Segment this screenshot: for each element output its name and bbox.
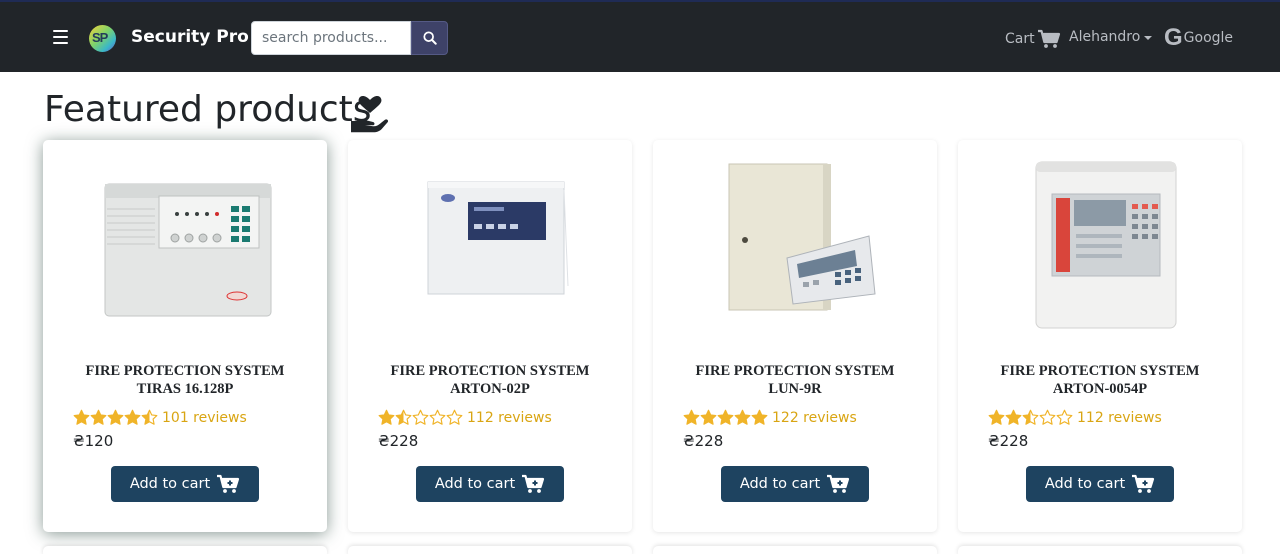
product-title-line2: LUN-9R bbox=[768, 381, 822, 397]
product-rating: 122 reviews bbox=[683, 409, 857, 426]
star-full-icon bbox=[700, 409, 717, 425]
reviews-count[interactable]: 101 reviews bbox=[162, 410, 247, 426]
search-button[interactable] bbox=[411, 21, 448, 55]
star-full-icon bbox=[1005, 409, 1022, 425]
star-half-icon bbox=[395, 409, 412, 425]
reviews-count[interactable]: 122 reviews bbox=[772, 410, 857, 426]
reviews-count[interactable]: 112 reviews bbox=[1077, 410, 1162, 426]
reviews-count[interactable]: 112 reviews bbox=[467, 410, 552, 426]
cart-plus-icon bbox=[827, 474, 850, 493]
product-title-line1: FIRE PROTECTION SYSTEM bbox=[695, 363, 895, 379]
add-to-cart-button[interactable]: Add to cart bbox=[111, 466, 259, 502]
star-full-icon bbox=[734, 409, 751, 425]
hand-holding-heart-icon bbox=[351, 96, 389, 133]
brand-name[interactable]: Security Pro bbox=[131, 27, 249, 47]
product-card[interactable]: FIRE PROTECTION SYSTEM ARTON-0054P 112 r… bbox=[958, 140, 1242, 532]
product-title[interactable]: FIRE PROTECTION SYSTEM ARTON-0054P bbox=[958, 362, 1242, 398]
product-card[interactable]: FIRE PROTECTION SYSTEM ARTON-02P 112 rev… bbox=[348, 140, 632, 532]
product-image[interactable] bbox=[1000, 154, 1200, 334]
star-full-icon bbox=[73, 409, 90, 425]
product-rating: 112 reviews bbox=[378, 409, 552, 426]
product-title[interactable]: FIRE PROTECTION SYSTEM ARTON-02P bbox=[348, 362, 632, 398]
product-card-partial[interactable] bbox=[348, 546, 632, 554]
page-title: Featured products bbox=[44, 89, 372, 130]
cart-plus-icon bbox=[217, 474, 240, 493]
star-empty-icon bbox=[1056, 409, 1073, 425]
star-half-icon bbox=[141, 409, 158, 425]
star-full-icon bbox=[751, 409, 768, 425]
product-card-partial[interactable] bbox=[653, 546, 937, 554]
star-empty-icon bbox=[1039, 409, 1056, 425]
product-title[interactable]: FIRE PROTECTION SYSTEM LUN-9R bbox=[653, 362, 937, 398]
product-image[interactable] bbox=[695, 154, 895, 334]
user-name: Alehandro bbox=[1069, 29, 1141, 45]
search-form bbox=[251, 21, 448, 55]
shopping-cart-icon bbox=[1037, 29, 1060, 48]
star-full-icon bbox=[988, 409, 1005, 425]
star-empty-icon bbox=[446, 409, 463, 425]
add-to-cart-button[interactable]: Add to cart bbox=[721, 466, 869, 502]
product-title-line1: FIRE PROTECTION SYSTEM bbox=[390, 363, 590, 379]
add-to-cart-label: Add to cart bbox=[129, 476, 211, 492]
product-image[interactable] bbox=[85, 154, 285, 334]
star-half-icon bbox=[1022, 409, 1039, 425]
star-full-icon bbox=[717, 409, 734, 425]
brand-logo-text: SP bbox=[92, 30, 108, 45]
product-price: ₴228 bbox=[683, 432, 724, 450]
product-image[interactable] bbox=[390, 154, 590, 334]
product-price: ₴120 bbox=[73, 432, 114, 450]
product-title-line2: ARTON-02P bbox=[450, 381, 530, 397]
star-full-icon bbox=[683, 409, 700, 425]
brand-logo[interactable]: SP bbox=[89, 25, 116, 52]
product-title-line1: FIRE PROTECTION SYSTEM bbox=[85, 363, 285, 379]
rating-stars bbox=[378, 409, 463, 426]
cart-plus-icon bbox=[522, 474, 545, 493]
add-to-cart-label: Add to cart bbox=[434, 476, 516, 492]
product-title[interactable]: FIRE PROTECTION SYSTEM TIRAS 16.128P bbox=[43, 362, 327, 398]
star-full-icon bbox=[124, 409, 141, 425]
rating-stars bbox=[683, 409, 768, 426]
product-title-line1: FIRE PROTECTION SYSTEM bbox=[1000, 363, 1200, 379]
user-dropdown[interactable]: Alehandro bbox=[1069, 29, 1153, 45]
star-empty-icon bbox=[412, 409, 429, 425]
product-card-partial[interactable] bbox=[43, 546, 327, 554]
star-full-icon bbox=[90, 409, 107, 425]
product-rating: 112 reviews bbox=[988, 409, 1162, 426]
product-card[interactable]: FIRE PROTECTION SYSTEM LUN-9R 122 review… bbox=[653, 140, 937, 532]
add-to-cart-label: Add to cart bbox=[1044, 476, 1126, 492]
product-title-line2: TIRAS 16.128P bbox=[136, 381, 234, 397]
product-rating: 101 reviews bbox=[73, 409, 247, 426]
add-to-cart-button[interactable]: Add to cart bbox=[416, 466, 564, 502]
add-to-cart-label: Add to cart bbox=[739, 476, 821, 492]
google-label: Google bbox=[1183, 30, 1234, 46]
nav-cart-link[interactable]: Cart bbox=[1005, 29, 1061, 49]
product-price: ₴228 bbox=[988, 432, 1029, 450]
product-card-partial[interactable] bbox=[958, 546, 1242, 554]
hamburger-menu-icon[interactable] bbox=[53, 30, 68, 44]
search-input[interactable] bbox=[251, 21, 411, 55]
star-full-icon bbox=[378, 409, 395, 425]
star-empty-icon bbox=[429, 409, 446, 425]
product-card[interactable]: FIRE PROTECTION SYSTEM TIRAS 16.128P 101… bbox=[43, 140, 327, 532]
add-to-cart-button[interactable]: Add to cart bbox=[1026, 466, 1174, 502]
rating-stars bbox=[73, 409, 158, 426]
star-full-icon bbox=[107, 409, 124, 425]
cart-plus-icon bbox=[1132, 474, 1155, 493]
google-icon: G bbox=[1164, 24, 1183, 51]
top-navbar: SP Security Pro Cart Alehandro G Google bbox=[0, 0, 1280, 72]
caret-down-icon bbox=[1144, 35, 1153, 40]
search-icon bbox=[422, 31, 437, 45]
product-title-line2: ARTON-0054P bbox=[1052, 381, 1148, 397]
google-login-link[interactable]: G Google bbox=[1164, 26, 1233, 50]
product-price: ₴228 bbox=[378, 432, 419, 450]
nav-cart-label: Cart bbox=[1005, 31, 1035, 47]
rating-stars bbox=[988, 409, 1073, 426]
